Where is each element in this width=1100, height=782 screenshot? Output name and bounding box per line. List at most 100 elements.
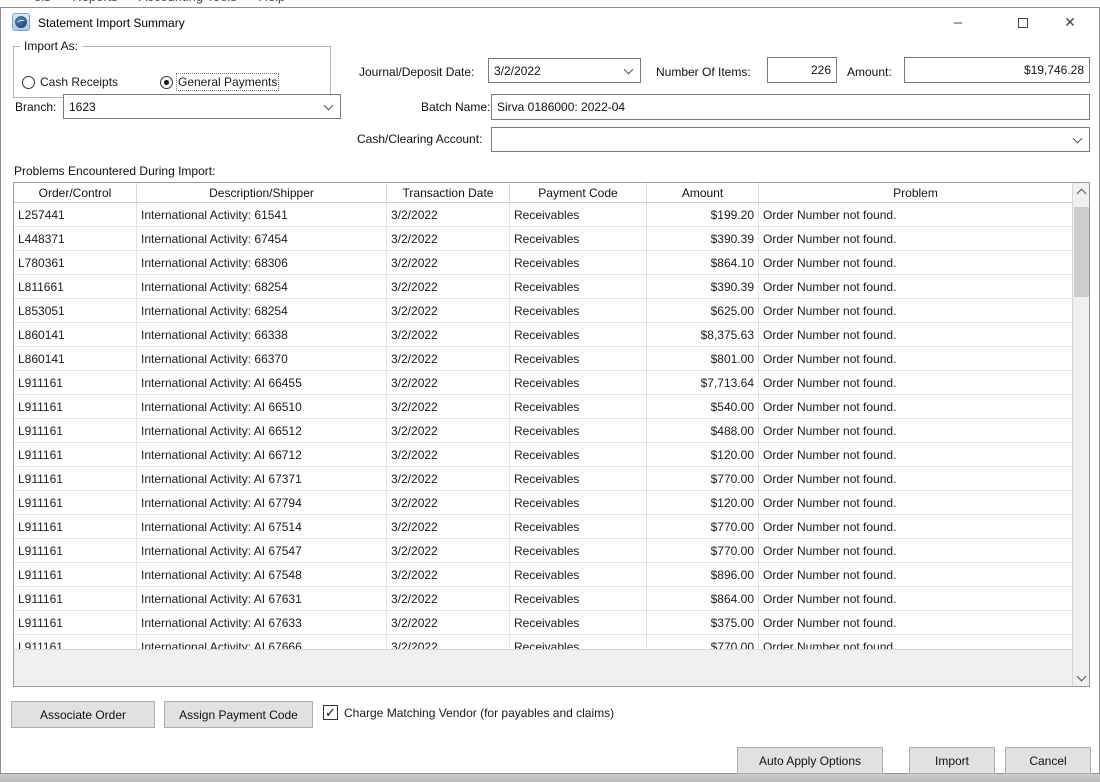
cell-payment-code: Receivables: [510, 419, 647, 442]
cell-amount: $7,713.64: [647, 371, 759, 394]
assign-payment-code-button[interactable]: Assign Payment Code: [164, 701, 313, 728]
table-row[interactable]: L780361 International Activity: 68306 3/…: [14, 251, 1072, 275]
cell-order-control: L860141: [14, 347, 137, 370]
maximize-button[interactable]: [1004, 8, 1042, 37]
table-row[interactable]: L911161 International Activity: AI 66455…: [14, 371, 1072, 395]
table-row[interactable]: L811661 International Activity: 68254 3/…: [14, 275, 1072, 299]
table-row[interactable]: L911161 International Activity: AI 67548…: [14, 563, 1072, 587]
cell-description-shipper: International Activity: AI 67371: [137, 467, 387, 490]
cell-amount: $896.00: [647, 563, 759, 586]
cell-payment-code: Receivables: [510, 323, 647, 346]
table-row[interactable]: L911161 International Activity: AI 67794…: [14, 491, 1072, 515]
number-of-items-value: 226: [811, 63, 831, 77]
table-row[interactable]: L911161 International Activity: AI 67666…: [14, 635, 1072, 649]
app-icon: [12, 13, 30, 31]
table-empty-area: [14, 649, 1072, 686]
column-header-description-shipper[interactable]: Description/Shipper: [137, 183, 387, 202]
column-header-transaction-date[interactable]: Transaction Date: [387, 183, 510, 202]
cell-problem: Order Number not found.: [759, 515, 1072, 538]
column-header-problem[interactable]: Problem: [759, 183, 1072, 202]
cell-transaction-date: 3/2/2022: [387, 491, 510, 514]
scrollbar-thumb[interactable]: [1074, 207, 1089, 297]
table-row[interactable]: L911161 International Activity: AI 66510…: [14, 395, 1072, 419]
cell-payment-code: Receivables: [510, 467, 647, 490]
cell-amount: $770.00: [647, 467, 759, 490]
charge-matching-vendor-checkbox[interactable]: ✓: [323, 705, 338, 720]
cell-order-control: L860141: [14, 323, 137, 346]
radio-cash-receipts[interactable]: Cash Receipts: [22, 75, 118, 89]
column-header-order-control[interactable]: Order/Control: [14, 183, 137, 202]
table-row[interactable]: L911161 International Activity: AI 66512…: [14, 419, 1072, 443]
cell-description-shipper: International Activity: AI 66512: [137, 419, 387, 442]
column-header-payment-code[interactable]: Payment Code: [510, 183, 647, 202]
journal-date-combo[interactable]: 3/2/2022: [488, 58, 641, 83]
cell-order-control: L911161: [14, 491, 137, 514]
table-row[interactable]: L911161 International Activity: AI 67631…: [14, 587, 1072, 611]
cell-transaction-date: 3/2/2022: [387, 635, 510, 649]
cell-transaction-date: 3/2/2022: [387, 203, 510, 226]
table-row[interactable]: L448371 International Activity: 67454 3/…: [14, 227, 1072, 251]
cell-description-shipper: International Activity: AI 67794: [137, 491, 387, 514]
import-button[interactable]: Import: [909, 747, 995, 774]
cell-order-control: L911161: [14, 539, 137, 562]
cell-payment-code: Receivables: [510, 395, 647, 418]
auto-apply-options-button[interactable]: Auto Apply Options: [737, 747, 883, 774]
cell-order-control: L911161: [14, 395, 137, 418]
cell-transaction-date: 3/2/2022: [387, 587, 510, 610]
cell-transaction-date: 3/2/2022: [387, 347, 510, 370]
cell-order-control: L448371: [14, 227, 137, 250]
cell-amount: $120.00: [647, 443, 759, 466]
number-of-items-field[interactable]: 226: [767, 57, 837, 83]
cell-transaction-date: 3/2/2022: [387, 323, 510, 346]
minimize-button[interactable]: –: [939, 8, 977, 37]
cell-amount: $801.00: [647, 347, 759, 370]
cell-amount: $199.20: [647, 203, 759, 226]
cell-transaction-date: 3/2/2022: [387, 467, 510, 490]
table-row[interactable]: L853051 International Activity: 68254 3/…: [14, 299, 1072, 323]
cell-description-shipper: International Activity: 61541: [137, 203, 387, 226]
problems-table: Order/Control Description/Shipper Transa…: [13, 182, 1090, 687]
cell-problem: Order Number not found.: [759, 611, 1072, 634]
amount-field[interactable]: $19,746.28: [904, 57, 1090, 83]
scroll-down-button[interactable]: [1073, 669, 1090, 686]
cell-amount: $770.00: [647, 515, 759, 538]
vertical-scrollbar[interactable]: [1072, 183, 1089, 686]
table-row[interactable]: L860141 International Activity: 66370 3/…: [14, 347, 1072, 371]
table-row[interactable]: L860141 International Activity: 66338 3/…: [14, 323, 1072, 347]
table-row[interactable]: L257441 International Activity: 61541 3/…: [14, 203, 1072, 227]
journal-date-value: 3/2/2022: [494, 64, 621, 78]
cell-description-shipper: International Activity: AI 66455: [137, 371, 387, 394]
cell-problem: Order Number not found.: [759, 467, 1072, 490]
cell-amount: $625.00: [647, 299, 759, 322]
table-row[interactable]: L911161 International Activity: AI 67547…: [14, 539, 1072, 563]
radio-general-payments[interactable]: General Payments: [160, 75, 277, 89]
cell-payment-code: Receivables: [510, 635, 647, 649]
cancel-button[interactable]: Cancel: [1005, 747, 1091, 774]
cash-clearing-account-combo[interactable]: [491, 127, 1090, 152]
batch-name-field[interactable]: Sirva 0186000: 2022-04: [491, 94, 1090, 120]
table-row[interactable]: L911161 International Activity: AI 67514…: [14, 515, 1072, 539]
table-row[interactable]: L911161 International Activity: AI 66712…: [14, 443, 1072, 467]
cell-problem: Order Number not found.: [759, 419, 1072, 442]
associate-order-button[interactable]: Associate Order: [11, 701, 155, 728]
import-as-legend: Import As:: [20, 39, 82, 53]
cell-payment-code: Receivables: [510, 299, 647, 322]
column-header-amount[interactable]: Amount: [647, 183, 759, 202]
scroll-up-button[interactable]: [1073, 183, 1090, 200]
cell-description-shipper: International Activity: 66370: [137, 347, 387, 370]
statement-import-summary-dialog: Statement Import Summary – ✕ Import As: …: [0, 7, 1100, 774]
cell-description-shipper: International Activity: AI 66712: [137, 443, 387, 466]
cell-transaction-date: 3/2/2022: [387, 251, 510, 274]
table-row[interactable]: L911161 International Activity: AI 67371…: [14, 467, 1072, 491]
close-button[interactable]: ✕: [1051, 8, 1089, 37]
cell-description-shipper: International Activity: AI 67547: [137, 539, 387, 562]
journal-date-label: Journal/Deposit Date:: [359, 65, 474, 79]
cell-amount: $390.39: [647, 275, 759, 298]
cell-payment-code: Receivables: [510, 587, 647, 610]
charge-matching-vendor-option[interactable]: ✓ Charge Matching Vendor (for payables a…: [323, 705, 614, 720]
cell-description-shipper: International Activity: 68254: [137, 299, 387, 322]
table-row[interactable]: L911161 International Activity: AI 67633…: [14, 611, 1072, 635]
title-bar: Statement Import Summary – ✕: [1, 8, 1099, 38]
cell-transaction-date: 3/2/2022: [387, 515, 510, 538]
branch-combo[interactable]: 1623: [63, 94, 341, 119]
